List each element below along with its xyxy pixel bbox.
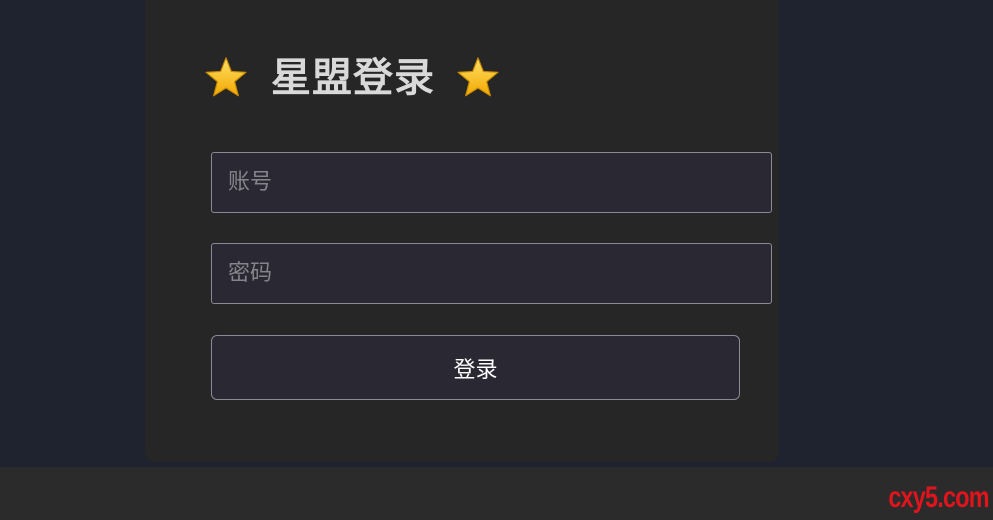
login-page: 星盟登录 登录 cxy5.com bbox=[0, 0, 993, 520]
title-row: 星盟登录 bbox=[203, 48, 501, 108]
star-icon bbox=[203, 55, 249, 101]
account-input[interactable] bbox=[211, 152, 772, 213]
watermark: cxy5.com bbox=[888, 481, 990, 514]
login-button[interactable]: 登录 bbox=[211, 335, 740, 400]
password-input[interactable] bbox=[211, 243, 772, 304]
login-card: 星盟登录 登录 bbox=[145, 0, 779, 462]
footer-bar bbox=[0, 467, 993, 520]
star-icon bbox=[455, 55, 501, 101]
page-title: 星盟登录 bbox=[271, 55, 435, 101]
